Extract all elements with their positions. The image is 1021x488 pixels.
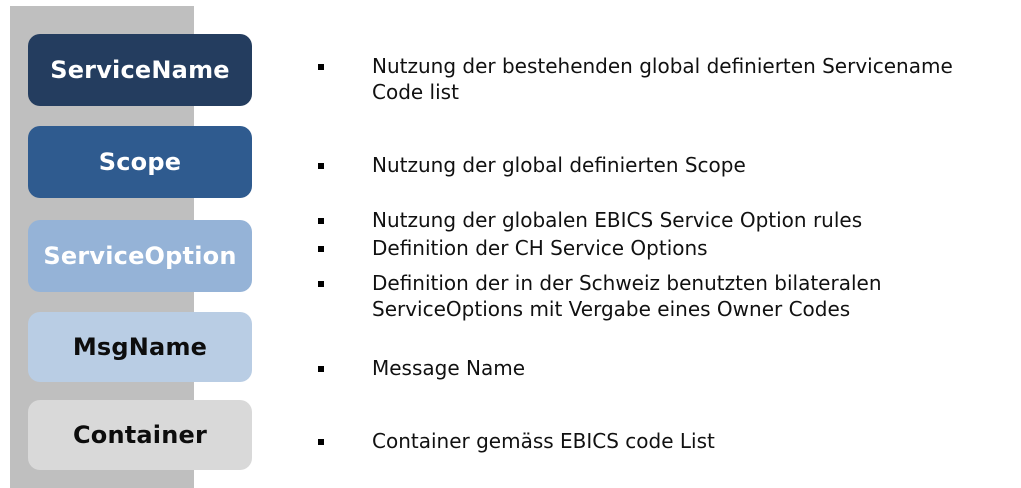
box-scope-label: Scope bbox=[98, 148, 182, 176]
bullet-text: Nutzung der global definierten Scope bbox=[372, 153, 746, 177]
bullet-square-icon bbox=[318, 218, 324, 224]
bullet-square-icon bbox=[318, 246, 324, 252]
bullet-square-icon bbox=[318, 281, 324, 287]
bullet-square-icon bbox=[318, 366, 324, 372]
bullet-item: Definition der CH Service Options bbox=[318, 235, 1021, 261]
box-serviceoption: ServiceOption bbox=[28, 220, 252, 292]
box-msgname-label: MsgName bbox=[72, 333, 208, 361]
bullet-text: Container gemäss EBICS code List bbox=[372, 429, 715, 453]
bullet-square-icon bbox=[318, 439, 324, 445]
box-servicename: ServiceName bbox=[28, 34, 252, 106]
bullet-square-icon bbox=[318, 64, 324, 70]
box-servicename-label: ServiceName bbox=[50, 56, 230, 84]
box-container-label: Container bbox=[72, 421, 208, 449]
bullet-text: Definition der in der Schweiz benutzten … bbox=[372, 271, 882, 321]
bullet-item: Definition der in der Schweiz benutzten … bbox=[318, 270, 1021, 322]
box-serviceoption-label: ServiceOption bbox=[43, 242, 237, 270]
box-msgname: MsgName bbox=[28, 312, 252, 382]
bullet-item: Message Name bbox=[318, 355, 1021, 381]
bullet-text: Nutzung der bestehenden global definiert… bbox=[372, 54, 953, 104]
bullet-text: Message Name bbox=[372, 356, 526, 380]
bullet-item: Container gemäss EBICS code List bbox=[318, 428, 1021, 454]
bullet-square-icon bbox=[318, 163, 324, 169]
bullet-text: Nutzung der globalen EBICS Service Optio… bbox=[372, 208, 863, 232]
bullet-item: Nutzung der globalen EBICS Service Optio… bbox=[318, 207, 1021, 233]
box-scope: Scope bbox=[28, 126, 252, 198]
bullet-item: Nutzung der global definierten Scope bbox=[318, 152, 1021, 178]
bullet-text: Definition der CH Service Options bbox=[372, 236, 708, 260]
bullet-item: Nutzung der bestehenden global definiert… bbox=[318, 53, 1021, 105]
box-container: Container bbox=[28, 400, 252, 470]
